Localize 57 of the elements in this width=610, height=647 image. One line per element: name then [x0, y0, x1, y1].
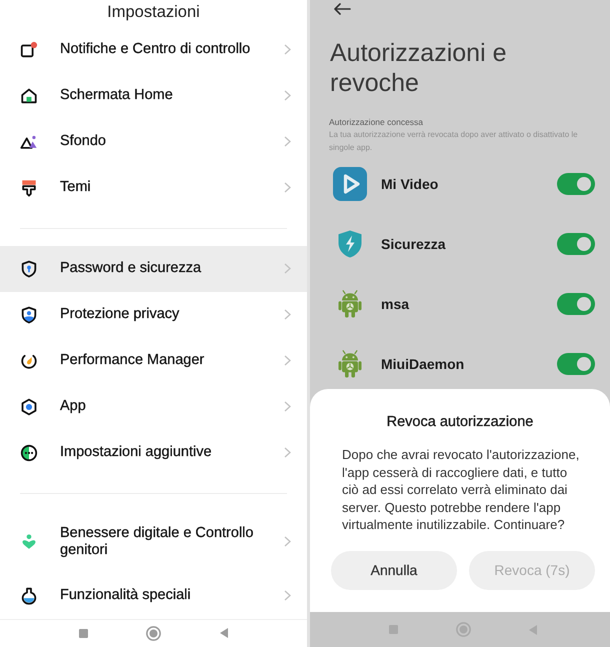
- back-nav-icon[interactable]: [220, 628, 228, 638]
- settings-item[interactable]: Protezione privacy: [0, 292, 307, 338]
- section-description: La tua autorizzazione verrà revocata dopo aver attivato o disattivato le singole app.: [329, 129, 579, 154]
- settings-item[interactable]: Performance Manager: [0, 338, 307, 384]
- settings-item[interactable]: Password e sicurezza: [0, 246, 307, 292]
- dialog-title: Revoca autorizzazione: [386, 414, 534, 430]
- app-name: MiuiDaemon: [381, 356, 464, 372]
- notification-icon: [20, 40, 38, 59]
- chevron-icon: [284, 447, 291, 458]
- house-icon: [20, 86, 38, 105]
- square-nav-icon[interactable]: [388, 625, 398, 634]
- settings-item[interactable]: Notifiche e Centro di controllo: [0, 26, 307, 73]
- toggle-switch[interactable]: [557, 173, 595, 195]
- shield-person-icon: [20, 306, 38, 324]
- cancel-button[interactable]: Annulla: [331, 550, 457, 590]
- chevron-icon: [284, 182, 291, 194]
- screen-title: Impostazioni: [107, 3, 200, 21]
- chevron-icon: [284, 590, 291, 602]
- chevron-icon: [284, 309, 291, 320]
- square-nav-icon[interactable]: [79, 628, 88, 638]
- android-icon: [338, 290, 362, 318]
- settings-item[interactable]: Temi: [0, 164, 307, 211]
- chevron-icon: [284, 90, 291, 102]
- android-icon: [338, 350, 362, 378]
- more-dots-icon: [20, 444, 38, 462]
- chevron-icon: [284, 136, 291, 148]
- circle-nav-icon[interactable]: [146, 626, 161, 641]
- back-nav-icon[interactable]: [529, 624, 537, 634]
- play-icon: [333, 167, 367, 201]
- toggle-switch[interactable]: [557, 233, 595, 255]
- paint-brush-icon: [20, 178, 38, 197]
- chevron-icon: [284, 263, 291, 274]
- hexagon-icon: [20, 398, 38, 416]
- settings-item[interactable]: App: [0, 384, 307, 430]
- chevron-icon: [284, 536, 291, 548]
- flask-icon: [20, 586, 38, 605]
- toggle-switch[interactable]: [557, 293, 595, 315]
- settings-item[interactable]: Schermata Home: [0, 72, 307, 119]
- page-title: Autorizzazioni e revoche: [330, 38, 508, 98]
- settings-item[interactable]: Funzionalità speciali: [0, 572, 307, 619]
- heart-person-icon: [20, 532, 38, 551]
- app-name: Sicurezza: [381, 236, 446, 252]
- settings-item[interactable]: Benessere digitale e Controllo genitori: [0, 510, 307, 573]
- toggle-switch[interactable]: [557, 353, 595, 375]
- section-title: Autorizzazione concessa: [329, 117, 424, 127]
- dialog-message: Dopo che avrai revocato l'autorizzazione, l'app cesserà di raccogliere dati, e tutto ciò ad essi correlato verrà eliminato dai server. Questo potrebbe rendere l'app virtualmente inutilizzabile. Continuare?: [342, 446, 580, 534]
- chevron-icon: [284, 401, 291, 412]
- app-name: Mi Video: [381, 176, 438, 192]
- circle-nav-icon[interactable]: [456, 622, 470, 637]
- shield-keyhole-icon: [20, 260, 38, 278]
- chevron-icon: [284, 44, 291, 56]
- settings-item[interactable]: Sfondo: [0, 118, 307, 165]
- settings-item[interactable]: Impostazioni aggiuntive: [0, 430, 307, 476]
- back-arrow-icon[interactable]: [333, 3, 351, 15]
- app-name: msa: [381, 296, 410, 312]
- shield-bolt-icon: [338, 230, 362, 258]
- chevron-icon: [284, 355, 291, 366]
